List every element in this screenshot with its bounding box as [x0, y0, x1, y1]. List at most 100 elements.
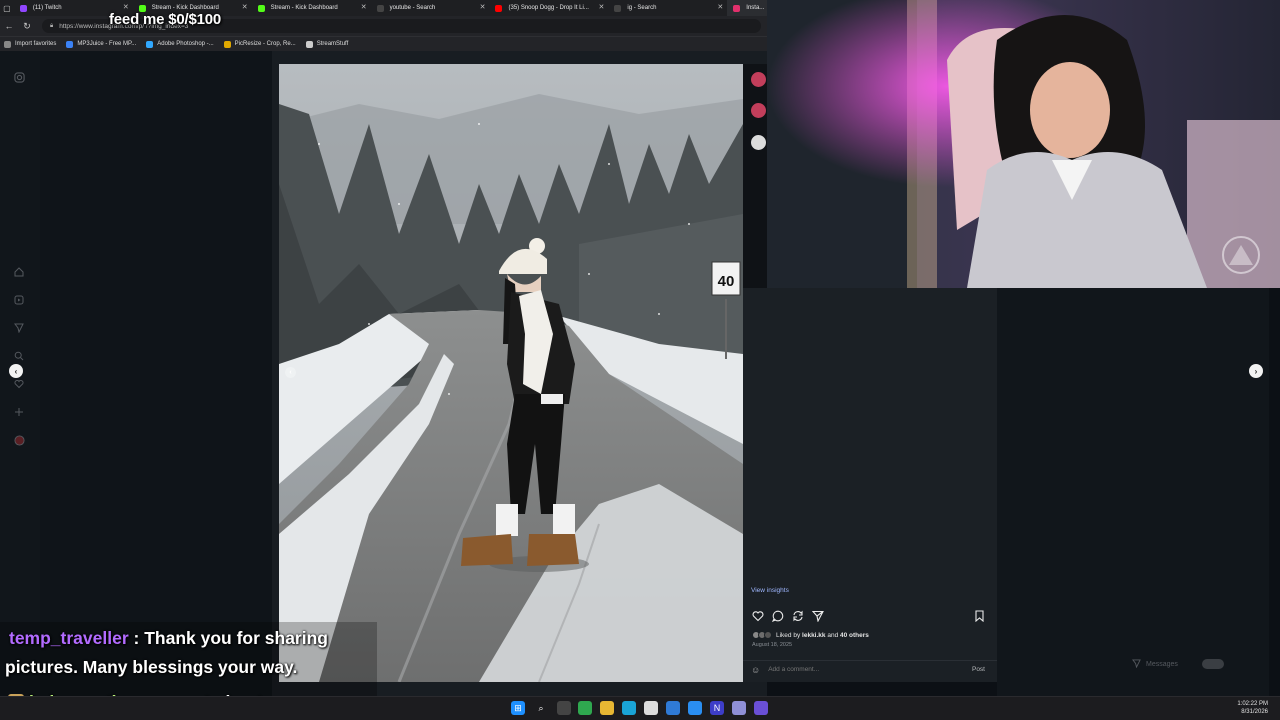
messages-pill[interactable]: Messages — [1132, 655, 1262, 673]
bookmark-photoshop[interactable]: Adobe Photoshop -... — [146, 40, 214, 48]
store-icon[interactable] — [666, 701, 680, 715]
task-view-icon[interactable] — [557, 701, 571, 715]
browser-tab[interactable]: ig - Search ✕ — [608, 0, 727, 16]
twitch-favicon-icon — [19, 4, 27, 12]
chat-message-line: temp_traveller : Thank you for sharing — [9, 624, 328, 653]
bookmark-import-favorites[interactable]: Import favorites — [4, 40, 57, 48]
obs-icon[interactable] — [754, 701, 768, 715]
search-favicon-icon — [614, 4, 622, 12]
file-explorer-icon[interactable] — [600, 701, 614, 715]
widgets-icon[interactable] — [578, 701, 592, 715]
instagram-logo-icon[interactable] — [13, 71, 25, 83]
bookmark-mp3juice[interactable]: MP3Juice - Free MP... — [66, 40, 136, 48]
bookmark-label: Import favorites — [15, 41, 57, 47]
chat-message-line: pictures. Many blessings your way. — [5, 653, 297, 682]
import-icon — [4, 40, 11, 48]
emoji-icon[interactable]: ☺ — [751, 665, 760, 675]
notepad-icon[interactable] — [644, 701, 658, 715]
close-tab-icon[interactable]: ✕ — [123, 3, 129, 11]
notifications-heart-icon[interactable] — [13, 378, 25, 390]
edge-icon[interactable] — [622, 701, 636, 715]
create-icon[interactable] — [13, 406, 25, 418]
chat-separator: : — [128, 628, 145, 648]
comment-row: ☺ Post — [743, 660, 997, 678]
bookmark-label: Adobe Photoshop -... — [157, 41, 214, 47]
close-tab-icon[interactable]: ✕ — [599, 3, 605, 11]
post-date: August 18, 2025 — [752, 642, 793, 648]
windows-taskbar: ⊞ ⌕ N 1:02:22 PM 8/31/2026 — [0, 696, 1280, 720]
tab-actions-icon[interactable]: ▢ — [0, 0, 14, 16]
liked-by-user[interactable]: lekki.kk — [802, 632, 826, 639]
picresize-icon — [223, 40, 231, 48]
bookmark-label: PicResize - Crop, Re... — [234, 41, 296, 47]
messages-avatars-icon — [1201, 659, 1224, 669]
browser-tab[interactable]: youtube - Search ✕ — [371, 0, 490, 16]
view-insights-link[interactable]: View insights — [751, 587, 789, 594]
chat-text: Thank you for sharing — [144, 628, 328, 648]
bookmarks-bar: Import favorites MP3Juice - Free MP... A… — [0, 36, 767, 51]
liked-by-row: Liked by lekki.kk and 40 others — [752, 631, 869, 639]
post-image[interactable]: 40 — [279, 64, 743, 682]
previous-post-arrow-icon[interactable]: ‹ — [9, 364, 23, 378]
refresh-icon[interactable]: ↻ — [18, 16, 36, 36]
tab-label: (11) Twitch — [32, 5, 62, 11]
speed-limit-sign-text: 40 — [718, 273, 735, 290]
comment-icon[interactable] — [771, 609, 784, 622]
home-icon[interactable] — [13, 266, 25, 278]
tab-label: youtube - Search — [389, 5, 436, 11]
donation-goal-overlay: feed me $0/$100 — [109, 11, 222, 28]
browser-tab[interactable]: Stream - Kick Dashboard ✕ — [252, 0, 371, 16]
app-n-icon[interactable]: N — [710, 701, 724, 715]
webcam-feed — [767, 0, 1280, 288]
close-tab-icon[interactable]: ✕ — [717, 3, 723, 11]
reels-icon[interactable] — [13, 294, 25, 306]
clock-time: 1:02:22 PM — [1237, 701, 1268, 707]
screen: 40 View insights Liked by lekki.kk and 4… — [0, 0, 1280, 720]
close-tab-icon[interactable]: ✕ — [361, 3, 367, 11]
mail-icon[interactable] — [688, 701, 702, 715]
mp3juice-icon — [66, 40, 74, 48]
post-details-panel — [743, 288, 997, 682]
start-menu-icon[interactable]: ⊞ — [511, 701, 525, 715]
system-clock[interactable]: 1:02:22 PM 8/31/2026 — [1237, 700, 1268, 716]
share-icon[interactable] — [811, 609, 824, 622]
liked-by-others[interactable]: 40 others — [840, 632, 869, 639]
repost-icon[interactable] — [791, 609, 804, 622]
profile-avatar-icon[interactable] — [13, 434, 25, 446]
liker-avatar[interactable] — [764, 631, 772, 639]
chat-text: pictures. Many blessings your way. — [5, 657, 298, 677]
bookmark-label: StreamStuff — [316, 41, 349, 47]
youtube-favicon-icon — [495, 4, 503, 12]
close-tab-icon[interactable]: ✕ — [480, 3, 486, 11]
browser-tab[interactable]: (35) Snoop Dogg - Drop It Li... ✕ — [489, 0, 608, 16]
discord-icon[interactable] — [732, 701, 746, 715]
messages-icon — [1132, 658, 1141, 670]
bookmark-streamstuff[interactable]: StreamStuff — [305, 40, 349, 48]
next-post-arrow-icon[interactable]: › — [1249, 364, 1263, 378]
kick-favicon-icon — [257, 4, 265, 12]
browser-tab-active[interactable]: Insta... — [727, 0, 768, 16]
folder-icon — [305, 40, 313, 48]
bookmark-icon[interactable] — [973, 609, 986, 622]
post-comment-button[interactable]: Post — [972, 666, 985, 673]
chat-username: temp_traveller — [9, 628, 129, 648]
messages-label: Messages — [1146, 660, 1178, 668]
liked-by-and: and — [827, 631, 839, 639]
tab-label: Insta... — [746, 5, 765, 11]
avatar[interactable] — [751, 103, 766, 118]
clock-date: 8/31/2026 — [1241, 709, 1268, 715]
back-arrow-icon[interactable]: ← — [0, 16, 18, 36]
search-icon[interactable]: ⌕ — [534, 701, 548, 715]
avatar[interactable] — [751, 72, 766, 87]
bookmark-picresize[interactable]: PicResize - Crop, Re... — [223, 40, 296, 48]
close-tab-icon[interactable]: ✕ — [242, 3, 248, 11]
direct-icon[interactable] — [13, 322, 25, 334]
previous-image-arrow-icon[interactable]: ‹ — [285, 367, 296, 378]
tab-label: Stream - Kick Dashboard — [270, 5, 338, 11]
heart-icon[interactable] — [751, 609, 764, 622]
photoshop-icon — [146, 40, 154, 48]
avatar[interactable] — [751, 135, 766, 150]
search-icon[interactable] — [13, 350, 25, 362]
lock-icon: 🔒︎ — [50, 22, 54, 29]
add-comment-input[interactable] — [768, 666, 972, 673]
